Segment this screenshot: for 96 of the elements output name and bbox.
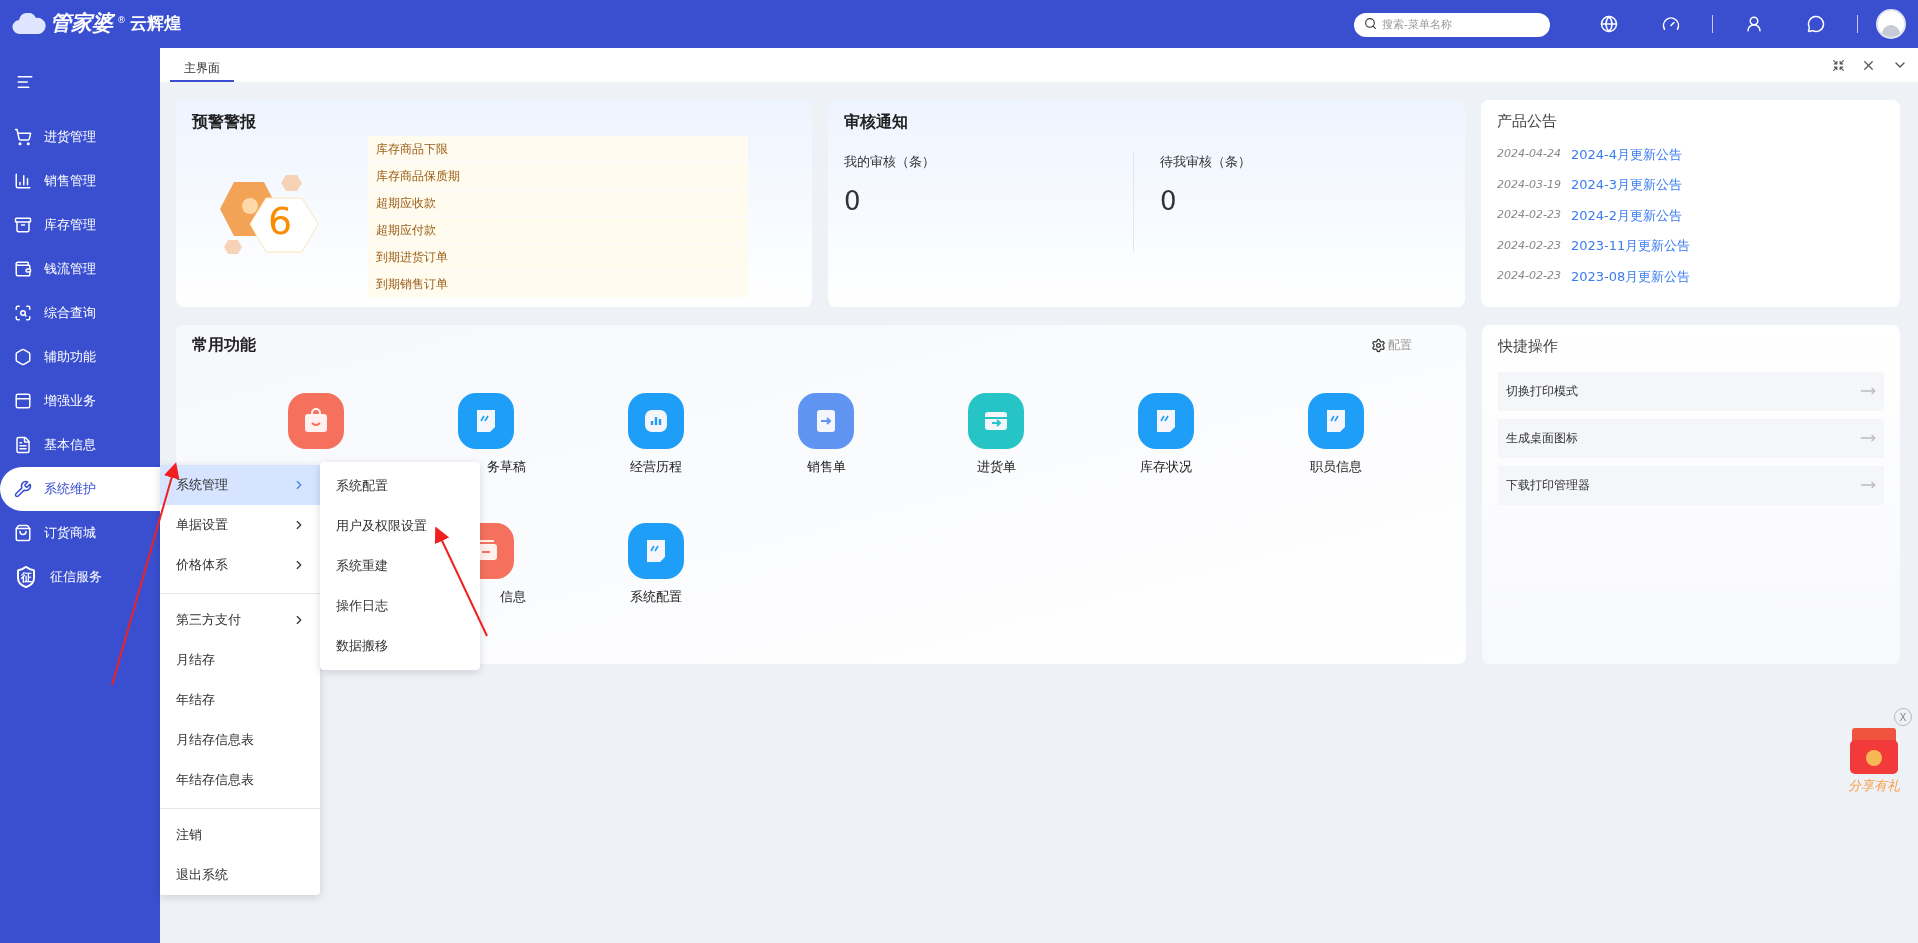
scan-icon [14,304,32,322]
gauge-icon[interactable] [1662,15,1680,33]
user-icon[interactable] [1745,15,1763,33]
card-title: 预警警报 [192,111,257,133]
doc-icon[interactable] [1308,393,1364,449]
alert-item[interactable]: 库存商品下限 [368,136,748,162]
review-count[interactable]: 0 [1160,187,1449,214]
tab[interactable]: 主界面 [170,59,234,82]
sidebar-item[interactable]: 综合查询 [0,291,160,335]
bag-icon [14,524,32,542]
review-label: 待我审核（条） [1160,153,1252,171]
globe-icon[interactable] [1600,15,1618,33]
alert-item[interactable]: 超期应付款 [368,217,748,243]
sidebar-item[interactable]: 增强业务 [0,379,160,423]
alert-item[interactable]: 到期进货订单 [368,244,748,270]
quick-action[interactable]: 下载打印管理器 [1498,465,1884,505]
inbox-icon[interactable] [968,393,1024,449]
card-title: 常用功能 [192,334,256,356]
alert-item[interactable]: 超期应收款 [368,190,748,216]
registered-mark: ® [117,14,126,28]
shrink-icon[interactable] [1832,58,1845,72]
gear-icon [1371,337,1386,353]
alert-item[interactable]: 库存商品保质期 [368,163,748,189]
function-label[interactable]: 库存状况 [1140,457,1192,477]
cloud-icon [12,13,46,35]
doc-icon[interactable] [458,393,514,449]
chart-icon [14,172,32,190]
logo-brand: 管家婆 [50,10,113,38]
menu-item[interactable]: 单据设置 [160,505,320,545]
logo-edition: 云辉煌 [130,12,181,36]
menu-item[interactable]: 退出系统 [160,855,320,895]
function-label[interactable]: 务草稿 [487,457,526,477]
menu-item[interactable]: 第三方支付 [160,600,320,640]
shield-icon: 征 [14,565,38,589]
sidebar-item[interactable]: 订货商城 [0,511,160,555]
submenu-item[interactable]: 数据搬移 [320,626,480,666]
submenu-item[interactable]: 系统重建 [320,546,480,586]
announcement-date: 2024-02-23 [1497,207,1561,223]
doc-icon[interactable] [628,523,684,579]
function-label[interactable]: 销售单 [806,457,846,477]
submenu-item[interactable]: 系统配置 [320,466,480,506]
sidebar-item[interactable]: 系统维护 [0,467,160,511]
submenu-item[interactable]: 操作日志 [320,586,480,626]
sidebar-item[interactable]: 进货管理 [0,115,160,159]
menu-item[interactable]: 月结存信息表 [160,720,320,760]
doc-icon[interactable] [1138,393,1194,449]
quick-action[interactable]: 切换打印模式 [1498,371,1884,411]
arrow-icon[interactable] [798,393,854,449]
menu-item[interactable]: 注销 [160,815,320,855]
sidebar-item[interactable]: 销售管理 [0,159,160,203]
function-label[interactable]: 进货单 [976,457,1016,477]
announcement-date: 2024-02-23 [1497,237,1561,254]
avatar[interactable] [1876,9,1906,39]
alert-badge: 6 [220,171,340,262]
file-icon [14,436,32,454]
function-label[interactable]: 职员信息 [1310,457,1362,477]
function-label[interactable]: 信息 [500,587,526,607]
menu-item[interactable]: 年结存 [160,680,320,720]
sidebar-item[interactable]: 征 征信服务 [0,555,160,599]
card-title: 产品公告 [1497,111,1558,132]
menu-item[interactable]: 系统管理 [160,465,320,505]
bag-icon[interactable] [288,393,344,449]
quick-action[interactable]: 生成桌面图标 [1498,418,1884,458]
search-icon [1364,17,1377,31]
card-title: 审核通知 [844,111,909,133]
chat-icon[interactable] [1807,15,1825,33]
announcement-date: 2024-04-24 [1497,146,1561,162]
sidebar-item[interactable]: 基本信息 [0,423,160,467]
announcement-link[interactable]: 2024-4月更新公告 [1570,144,1682,164]
search-field[interactable]: 搜索-菜单名称 [1354,12,1550,37]
review-count[interactable]: 0 [844,187,1133,214]
announcement-link[interactable]: 2023-08月更新公告 [1570,266,1691,286]
announcement-link[interactable]: 2024-2月更新公告 [1570,205,1682,225]
cart-icon [14,128,32,146]
menu-item[interactable]: 价格体系 [160,545,320,585]
sidebar-item[interactable]: 辅助功能 [0,335,160,379]
wallet-icon [14,260,32,278]
sidebar-item[interactable]: 库存管理 [0,203,160,247]
function-label[interactable]: 经营历程 [630,457,682,477]
card-title: 快捷操作 [1498,336,1559,357]
announcement-date: 2024-02-23 [1497,268,1561,284]
alert-item[interactable]: 到期销售订单 [368,271,748,297]
wrench-icon [14,480,32,498]
announcement-link[interactable]: 2024-3月更新公告 [1570,175,1682,195]
sidebar-item[interactable]: 钱流管理 [0,247,160,291]
chart-icon[interactable] [628,393,684,449]
review-label: 我的审核（条） [844,153,936,171]
hexagon-icon [14,348,32,366]
menu-item[interactable]: 月结存 [160,640,320,680]
menu-item[interactable]: 年结存信息表 [160,760,320,800]
archive-icon [14,216,32,234]
announcement-date: 2024-03-19 [1497,176,1561,193]
submenu-item[interactable]: 用户及权限设置 [320,506,480,546]
announcement-link[interactable]: 2023-11月更新公告 [1570,236,1691,256]
panel-icon [14,392,32,410]
function-label[interactable]: 系统配置 [630,587,682,607]
